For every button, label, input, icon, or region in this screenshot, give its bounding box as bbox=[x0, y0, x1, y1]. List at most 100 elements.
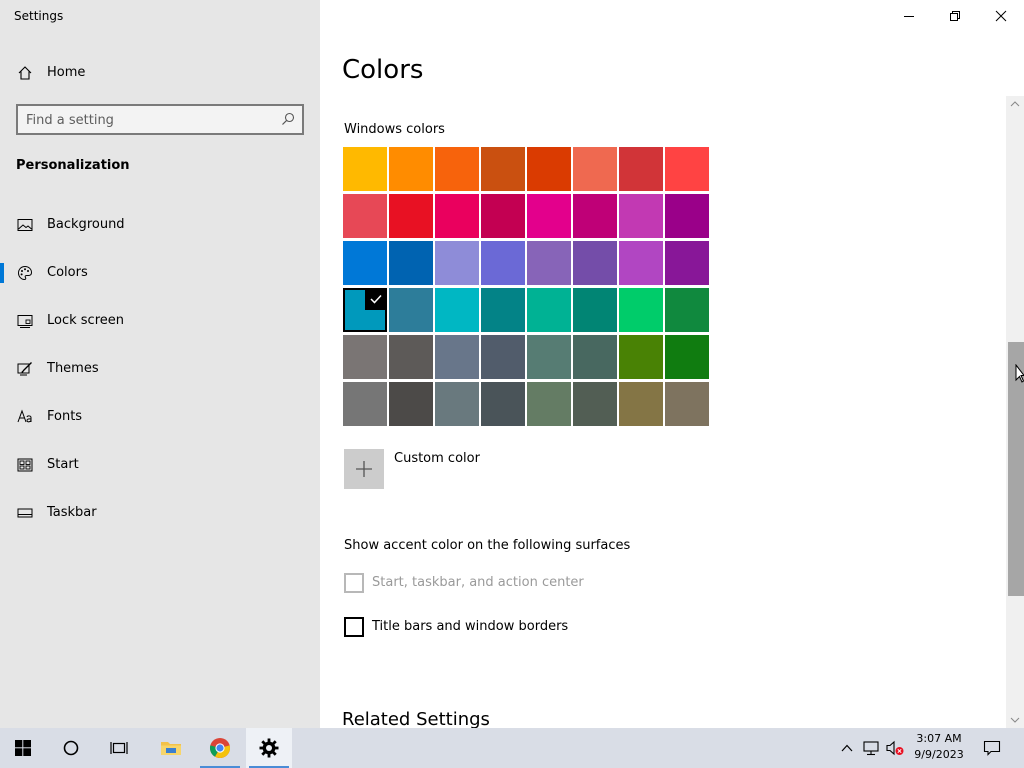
color-swatch[interactable] bbox=[343, 382, 387, 426]
chevron-up-icon bbox=[1010, 101, 1020, 107]
color-swatch[interactable] bbox=[389, 194, 433, 238]
sidebar-item-label: Lock screen bbox=[47, 313, 124, 328]
file-explorer-icon bbox=[161, 742, 181, 755]
color-swatch[interactable] bbox=[573, 194, 617, 238]
sidebar-item-themes[interactable]: Themes bbox=[0, 349, 320, 389]
color-swatch[interactable] bbox=[389, 241, 433, 285]
color-swatch[interactable] bbox=[389, 288, 433, 332]
action-center-button[interactable] bbox=[978, 728, 1006, 768]
color-swatch[interactable] bbox=[527, 147, 571, 191]
related-settings-heading: Related Settings bbox=[342, 709, 490, 730]
cortana-search-icon bbox=[63, 740, 79, 756]
scroll-up-button[interactable] bbox=[1006, 97, 1024, 111]
color-swatch[interactable] bbox=[435, 241, 479, 285]
color-swatch[interactable] bbox=[619, 335, 663, 379]
color-swatch[interactable] bbox=[665, 241, 709, 285]
color-swatch[interactable] bbox=[343, 288, 387, 332]
color-swatch[interactable] bbox=[481, 147, 525, 191]
task-view-button[interactable] bbox=[96, 728, 142, 768]
start-button[interactable] bbox=[0, 728, 46, 768]
color-swatch[interactable] bbox=[481, 194, 525, 238]
color-swatch[interactable] bbox=[481, 241, 525, 285]
section-title: Personalization bbox=[16, 158, 130, 173]
color-swatch[interactable] bbox=[573, 241, 617, 285]
color-swatch[interactable] bbox=[619, 241, 663, 285]
taskbar-clock[interactable]: 3:07 AM 9/9/2023 bbox=[906, 731, 972, 763]
nav-home[interactable]: Home bbox=[0, 56, 320, 90]
search-input[interactable] bbox=[26, 111, 276, 129]
color-swatch[interactable] bbox=[389, 147, 433, 191]
checkbox-start-taskbar-box[interactable] bbox=[344, 573, 364, 593]
color-swatch[interactable] bbox=[481, 335, 525, 379]
page-title: Colors bbox=[342, 55, 424, 85]
network-button[interactable] bbox=[860, 728, 882, 768]
checkbox-start-taskbar[interactable]: Start, taskbar, and action center bbox=[344, 573, 744, 593]
color-swatch[interactable] bbox=[573, 382, 617, 426]
color-swatch[interactable] bbox=[619, 382, 663, 426]
sidebar-item-taskbar[interactable]: Taskbar bbox=[0, 493, 320, 533]
minimize-icon bbox=[904, 16, 914, 17]
checkbox-label: Start, taskbar, and action center bbox=[372, 575, 584, 590]
sidebar-item-colors[interactable]: Colors bbox=[0, 253, 320, 293]
color-swatch[interactable] bbox=[343, 147, 387, 191]
sidebar-item-lock-screen[interactable]: Lock screen bbox=[0, 301, 320, 341]
color-swatch[interactable] bbox=[343, 241, 387, 285]
start-icon bbox=[17, 458, 33, 472]
sidebar-item-label: Themes bbox=[47, 361, 99, 376]
minimize-button[interactable] bbox=[886, 0, 932, 32]
file-explorer-button[interactable] bbox=[148, 728, 194, 768]
color-swatch[interactable] bbox=[435, 335, 479, 379]
chrome-button[interactable] bbox=[197, 728, 243, 768]
color-swatch[interactable] bbox=[435, 288, 479, 332]
color-swatch[interactable] bbox=[527, 288, 571, 332]
color-swatch[interactable] bbox=[481, 288, 525, 332]
color-swatch[interactable] bbox=[619, 147, 663, 191]
color-swatch[interactable] bbox=[527, 382, 571, 426]
sidebar-item-background[interactable]: Background bbox=[0, 205, 320, 245]
sidebar-item-label: Fonts bbox=[47, 409, 83, 424]
lock-screen-icon bbox=[17, 315, 33, 328]
color-swatch[interactable] bbox=[527, 194, 571, 238]
sidebar-item-label: Colors bbox=[47, 265, 88, 280]
color-swatch[interactable] bbox=[665, 194, 709, 238]
custom-color-button[interactable] bbox=[344, 449, 384, 489]
color-swatch[interactable] bbox=[389, 335, 433, 379]
color-swatch[interactable] bbox=[343, 335, 387, 379]
color-swatch[interactable] bbox=[665, 335, 709, 379]
color-swatch[interactable] bbox=[573, 288, 617, 332]
scroll-down-button[interactable] bbox=[1006, 713, 1024, 727]
volume-muted-icon bbox=[886, 740, 904, 756]
color-swatch[interactable] bbox=[573, 335, 617, 379]
color-swatch[interactable] bbox=[665, 288, 709, 332]
sidebar-item-fonts[interactable]: Fonts bbox=[0, 397, 320, 437]
settings-taskbar-button[interactable] bbox=[246, 728, 292, 768]
color-swatch[interactable] bbox=[527, 335, 571, 379]
color-swatch[interactable] bbox=[527, 241, 571, 285]
task-view-icon bbox=[110, 742, 128, 754]
volume-button[interactable] bbox=[884, 728, 906, 768]
sidebar: Settings Home Personalization Background… bbox=[0, 0, 320, 728]
restore-button[interactable] bbox=[932, 0, 978, 32]
close-button[interactable] bbox=[978, 0, 1024, 32]
color-swatch[interactable] bbox=[481, 382, 525, 426]
color-swatch[interactable] bbox=[435, 382, 479, 426]
search-box[interactable] bbox=[16, 104, 304, 135]
close-icon bbox=[995, 10, 1007, 22]
color-swatch[interactable] bbox=[389, 382, 433, 426]
home-icon bbox=[18, 66, 32, 80]
clock-date: 9/9/2023 bbox=[914, 748, 964, 761]
checkbox-title-bars-box[interactable] bbox=[344, 617, 364, 637]
color-swatch[interactable] bbox=[665, 382, 709, 426]
main-content: Colors Windows colors Custom color Show … bbox=[320, 0, 1024, 730]
color-swatch[interactable] bbox=[573, 147, 617, 191]
cortana-search-button[interactable] bbox=[48, 728, 94, 768]
tray-overflow-button[interactable] bbox=[838, 728, 856, 768]
color-swatch[interactable] bbox=[619, 194, 663, 238]
color-swatch[interactable] bbox=[665, 147, 709, 191]
color-swatch[interactable] bbox=[343, 194, 387, 238]
checkbox-title-bars[interactable]: Title bars and window borders bbox=[344, 617, 744, 637]
color-swatch[interactable] bbox=[435, 194, 479, 238]
color-swatch[interactable] bbox=[619, 288, 663, 332]
color-swatch[interactable] bbox=[435, 147, 479, 191]
sidebar-item-start[interactable]: Start bbox=[0, 445, 320, 485]
